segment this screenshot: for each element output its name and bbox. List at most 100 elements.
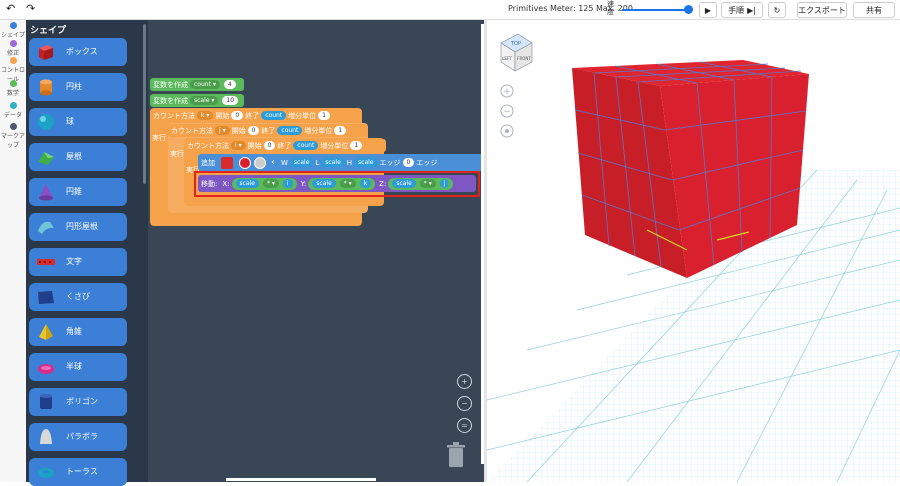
zoom-in-icon[interactable]: + (457, 374, 472, 389)
trash-icon[interactable] (446, 442, 466, 468)
step-input[interactable]: 1 (350, 141, 363, 150)
palette-item-label: 屋根 (66, 152, 82, 161)
palette-item-polygon[interactable]: ポリゴン (29, 388, 127, 416)
palette-item-label: パラボラ (66, 432, 98, 441)
palette-title: シェイプ (30, 26, 67, 36)
palette-item-cylinder[interactable]: 円柱 (29, 73, 127, 101)
x-operand-1[interactable]: scale (235, 179, 259, 188)
3d-viewport[interactable]: TOP LEFT FRONT + − (486, 20, 900, 483)
palette-item-box[interactable]: ボックス (29, 38, 127, 66)
loop-var-dropdown[interactable]: k ▾ (197, 111, 214, 120)
palette-item-round-roof[interactable]: 円形屋根 (29, 213, 127, 241)
material-swatch[interactable] (254, 156, 266, 169)
z-math-block[interactable]: scale * ▾ j (388, 177, 454, 190)
l-input[interactable]: scale (321, 158, 345, 167)
end-variable[interactable]: count (277, 126, 303, 135)
start-input[interactable]: 0 (247, 126, 260, 135)
palette-item-pyramid[interactable]: 角錐 (29, 318, 127, 346)
rail-item-modify[interactable]: 修正 (0, 40, 26, 57)
box-shape-icon (221, 156, 233, 169)
3d-scene[interactable]: TOP LEFT FRONT + − (486, 20, 900, 483)
palette-item-roof[interactable]: 屋根 (29, 143, 127, 171)
palette-item-sphere[interactable]: 球 (29, 108, 127, 136)
end-label: 終了 (261, 126, 276, 135)
start-input[interactable]: 0 (231, 111, 244, 120)
x-operand-2[interactable]: i (282, 179, 293, 188)
y-operand-2[interactable]: k (359, 179, 372, 188)
count-loop-i[interactable]: カウント方法 i ▾ 開始 0 終了 count 増分単位 1 (184, 139, 386, 152)
export-button[interactable]: エクスポート (797, 2, 847, 18)
collapse-chevron-icon[interactable]: ‹ (271, 157, 275, 168)
create-variable-block[interactable]: 変数を作成 scale ▾ 10 (150, 94, 244, 107)
y-math-block[interactable]: scale * ▾ k (308, 177, 376, 190)
z-label: Z: (379, 179, 387, 188)
z-operand-1[interactable]: scale (392, 179, 416, 188)
speed-slider-handle[interactable] (684, 5, 693, 14)
create-variable-block[interactable]: 変数を作成 count ▾ 4 (150, 78, 244, 91)
play-button[interactable]: ▶ (699, 2, 717, 18)
variable-dropdown[interactable]: scale ▾ (190, 96, 219, 105)
reset-icon: ↻ (773, 5, 781, 15)
palette-item-cone[interactable]: 円錐 (29, 178, 127, 206)
x-math-block[interactable]: scale * ▾ i (231, 177, 297, 190)
step-button[interactable]: 手順 ▶| (721, 2, 763, 18)
palette-item-half-sphere[interactable]: 半球 (29, 353, 127, 381)
start-label: 開始 (247, 141, 262, 150)
step-input[interactable]: 1 (318, 111, 330, 120)
zoom-out-icon[interactable]: − (457, 396, 472, 411)
loop-var-dropdown[interactable]: i ▾ (231, 141, 246, 150)
move-block[interactable]: 移動: X: scale * ▾ i Y: scale * ▾ k Z: sca… (198, 175, 476, 192)
y-operator[interactable]: * ▾ (339, 179, 356, 188)
code-workspace: 変数を作成 count ▾ 4 変数を作成 scale ▾ 10 カウント方法 … (148, 20, 486, 482)
add-box-block[interactable]: 追加 ‹ W scale L scale H scale エッジ 0 エッジ (198, 154, 486, 171)
reset-button[interactable]: ↻ (768, 2, 786, 18)
undo-icon[interactable]: ↶ (6, 2, 15, 15)
share-label: 共有 (866, 5, 882, 15)
cone-icon (39, 184, 53, 201)
zoom-reset-icon[interactable]: = (457, 418, 472, 433)
workspace-horizontal-scrollbar[interactable] (226, 478, 376, 481)
start-input[interactable]: 0 (263, 141, 276, 150)
x-operator[interactable]: * ▾ (262, 179, 279, 188)
polygon-icon (40, 394, 52, 409)
color-swatch[interactable] (239, 156, 251, 169)
palette-item-text[interactable]: 文字 (29, 248, 127, 276)
value-input[interactable]: 10 (222, 96, 239, 105)
palette-item-label: ボックス (66, 47, 98, 56)
h-input[interactable]: scale (354, 158, 378, 167)
start-label: 開始 (215, 111, 230, 120)
share-button[interactable]: 共有 (853, 2, 895, 18)
count-loop-k[interactable]: カウント方法 k ▾ 開始 0 終了 count 増分単位 1 (150, 109, 354, 122)
palette-scrollbar[interactable] (143, 24, 146, 184)
shape-palette: シェイプ ボックス 円柱 球 屋根 円錐 円形屋根 文字 くさび 角錐 半球 ポ… (26, 20, 148, 486)
block-label: カウント方法 (187, 141, 229, 150)
operator: * (343, 180, 347, 187)
edge-input[interactable]: 0 (402, 158, 415, 167)
loop-var-dropdown[interactable]: j ▾ (215, 126, 230, 135)
step-label: 増分単位 (304, 126, 333, 135)
w-input[interactable]: scale (289, 158, 314, 167)
variable-dropdown[interactable]: count ▾ (190, 80, 220, 89)
speed-slider-track[interactable] (622, 9, 688, 11)
view-cube[interactable]: TOP LEFT FRONT (500, 33, 533, 72)
operator: * (423, 180, 427, 187)
y-operand-1[interactable]: scale (312, 179, 336, 188)
rail-item-data[interactable]: データ (0, 102, 26, 119)
redo-icon[interactable]: ↷ (26, 2, 35, 15)
rail-item-markup[interactable]: マークアップ (0, 123, 26, 149)
z-operator[interactable]: * ▾ (419, 179, 436, 188)
half-sphere-icon (38, 364, 54, 374)
l-label: L (315, 158, 320, 167)
value-input[interactable]: 4 (223, 80, 236, 89)
step-input[interactable]: 1 (334, 126, 347, 135)
data-dot-icon (9, 102, 17, 109)
palette-item-label: 球 (66, 117, 74, 126)
z-operand-2[interactable]: j (439, 179, 450, 188)
rail-item-math[interactable]: 数学 (0, 80, 26, 97)
palette-item-paraboloid[interactable]: パラボラ (29, 423, 127, 451)
palette-item-wedge[interactable]: くさび (29, 283, 127, 311)
end-variable[interactable]: count (293, 141, 319, 150)
count-loop-j[interactable]: カウント方法 j ▾ 開始 0 終了 count 増分単位 1 (168, 124, 368, 137)
end-variable[interactable]: count (261, 111, 287, 120)
rail-item-shapes[interactable]: シェイプ (0, 22, 26, 39)
